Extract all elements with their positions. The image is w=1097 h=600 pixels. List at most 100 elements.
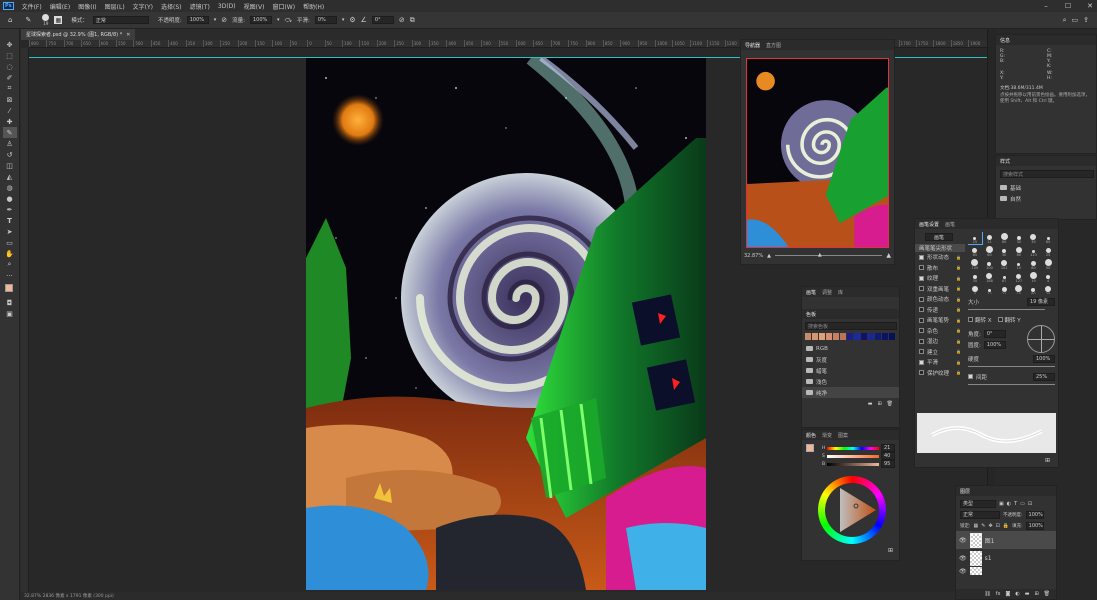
- brush-tip-preset[interactable]: 60: [1041, 232, 1055, 244]
- lock-icon[interactable]: 🔒: [956, 349, 961, 354]
- layer-opacity-input[interactable]: 100%: [1025, 510, 1044, 519]
- brush-option-item[interactable]: 形状动态 🔒: [915, 252, 965, 263]
- document-tab[interactable]: 星球探索者.psd @ 32.9% (图1, RGB/8) * ✕: [21, 29, 136, 40]
- swatch-group[interactable]: RGB: [802, 343, 899, 354]
- minimize-icon[interactable]: –: [1039, 2, 1053, 10]
- tab-brushes[interactable]: 画笔: [806, 289, 816, 296]
- tab-brush-settings[interactable]: 画笔设置: [919, 221, 939, 228]
- gear-icon[interactable]: ⚙: [349, 16, 355, 24]
- lock-icon[interactable]: 🔒: [956, 255, 961, 260]
- brush-tip-preset[interactable]: 25: [968, 232, 983, 245]
- lasso-tool-icon[interactable]: ◌: [3, 61, 17, 72]
- brush-tip-shape-item[interactable]: 画笔笔尖形状: [915, 244, 965, 252]
- swatch-chip[interactable]: [840, 333, 846, 340]
- swatch-chip[interactable]: [861, 333, 867, 340]
- tab-patterns[interactable]: 图案: [838, 432, 848, 439]
- slider-thumb-icon[interactable]: ▲: [818, 252, 822, 258]
- brush-settings-toggle-icon[interactable]: ▦: [54, 16, 63, 24]
- lock-icon[interactable]: 🔒: [956, 265, 961, 270]
- swatch-group[interactable]: 灰度: [802, 354, 899, 365]
- share-icon[interactable]: ⇪: [1083, 16, 1089, 24]
- brush-option-checkbox[interactable]: [919, 296, 924, 302]
- artwork[interactable]: [306, 58, 706, 590]
- path-select-tool-icon[interactable]: ➤: [3, 226, 17, 237]
- swatch-group[interactable]: 纯净: [802, 387, 899, 398]
- color-wheel[interactable]: [818, 476, 886, 544]
- brightness-slider[interactable]: [827, 462, 879, 466]
- brush-tip-preset[interactable]: 30: [968, 271, 982, 283]
- menu-image[interactable]: 图像(I): [78, 2, 96, 11]
- brush-option-item[interactable]: 湿边 🔒: [915, 336, 965, 347]
- workspace-icon[interactable]: ▭: [1072, 16, 1079, 24]
- trash-icon[interactable]: 🗑: [1044, 591, 1050, 597]
- eraser-tool-icon[interactable]: ◫: [3, 160, 17, 171]
- swatch-chip[interactable]: [833, 333, 839, 340]
- styles-panel-title[interactable]: 样式: [1000, 158, 1010, 165]
- add-swatch-icon[interactable]: ⊞: [888, 547, 893, 554]
- dodge-tool-icon[interactable]: ●: [3, 193, 17, 204]
- brush-tip-preset[interactable]: 87: [997, 271, 1011, 283]
- eyedropper-tool-icon[interactable]: ⁄: [3, 105, 17, 116]
- info-panel-title[interactable]: 信息: [1000, 37, 1010, 44]
- tab-libraries[interactable]: 库: [838, 289, 843, 296]
- foreground-color[interactable]: [4, 284, 13, 292]
- lock-icon[interactable]: 🔒: [956, 360, 961, 365]
- brush-tip-preset[interactable]: 3: [968, 284, 982, 294]
- swatches-search-input[interactable]: 搜索色板: [805, 322, 897, 330]
- smooth-input[interactable]: 0%: [314, 16, 337, 24]
- mode-select[interactable]: 正常: [92, 16, 149, 24]
- chevron-down-icon[interactable]: ▾: [342, 17, 345, 23]
- brush-option-item[interactable]: 颜色动态 🔒: [915, 294, 965, 305]
- brush-tip-preset[interactable]: 12: [983, 284, 997, 294]
- move-tool-icon[interactable]: ✥: [3, 39, 17, 50]
- gradient-tool-icon[interactable]: ◭: [3, 171, 17, 182]
- shape-tool-icon[interactable]: ▭: [3, 237, 17, 248]
- link-layers-icon[interactable]: ⛓: [984, 591, 990, 597]
- brush-tip-preset[interactable]: 25: [1041, 245, 1055, 257]
- tab-histogram[interactable]: 直方图: [766, 42, 781, 49]
- lock-icon[interactable]: 🔒: [956, 286, 961, 291]
- brush-tip-preset[interactable]: 19: [1027, 271, 1041, 283]
- brush-tool-icon[interactable]: ✎: [2, 127, 17, 138]
- pressure-size-icon[interactable]: ⊘: [399, 16, 405, 24]
- quick-select-tool-icon[interactable]: ✐: [3, 72, 17, 83]
- brush-tip-preset[interactable]: 15: [1012, 284, 1026, 294]
- brush-tip-preset[interactable]: 102: [997, 258, 1011, 270]
- menu-edit[interactable]: 编辑(E): [50, 2, 70, 11]
- flip-y-checkbox[interactable]: [997, 317, 1003, 322]
- brush-option-checkbox[interactable]: [919, 286, 924, 292]
- new-group-icon[interactable]: ▬: [868, 401, 873, 407]
- navigator-thumbnail[interactable]: [746, 58, 889, 248]
- pressure-opacity-icon[interactable]: ⊘: [221, 16, 227, 24]
- navigator-zoom-value[interactable]: 32.87%: [744, 253, 763, 259]
- eye-icon[interactable]: 👁: [959, 568, 967, 575]
- lock-paint-icon[interactable]: ✎: [981, 523, 985, 529]
- adjustment-layer-icon[interactable]: ◐: [1015, 591, 1019, 597]
- brush-option-item[interactable]: 画笔笔势 🔒: [915, 315, 965, 326]
- brush-tip-preset[interactable]: 25: [1041, 284, 1055, 294]
- new-brush-icon[interactable]: ⊞: [1045, 457, 1050, 464]
- lock-icon[interactable]: 🔒: [956, 370, 961, 375]
- lock-move-icon[interactable]: ✥: [988, 523, 992, 529]
- swatch-chip[interactable]: [819, 333, 825, 340]
- brush-tip-preset[interactable]: 60: [1012, 245, 1026, 257]
- tab-color[interactable]: 颜色: [806, 432, 816, 439]
- brush-tip-preset[interactable]: 60: [1027, 284, 1041, 294]
- menu-3d[interactable]: 3D(D): [218, 3, 236, 10]
- blend-mode-select[interactable]: 正常: [960, 510, 1000, 519]
- pen-tool-icon[interactable]: ✒: [3, 204, 17, 215]
- spacing-checkbox[interactable]: [968, 374, 973, 379]
- lock-icon[interactable]: 🔒: [956, 318, 961, 323]
- zoom-tool-icon[interactable]: ⌕: [3, 259, 17, 270]
- home-icon[interactable]: ⌂: [8, 16, 12, 24]
- saturation-input[interactable]: 40: [881, 452, 895, 460]
- menu-file[interactable]: 文件(F): [22, 2, 42, 11]
- brush-option-checkbox[interactable]: [919, 317, 924, 323]
- swatch-chip[interactable]: [826, 333, 832, 340]
- brush-tip-preset[interactable]: 30: [1027, 232, 1041, 244]
- eye-icon[interactable]: 👁: [959, 555, 967, 562]
- tab-gradients[interactable]: 渐变: [822, 432, 832, 439]
- chevron-down-icon[interactable]: ▾: [214, 17, 217, 23]
- layer-name[interactable]: s1: [985, 555, 992, 562]
- filter-smart-icon[interactable]: ⊡: [1028, 501, 1032, 507]
